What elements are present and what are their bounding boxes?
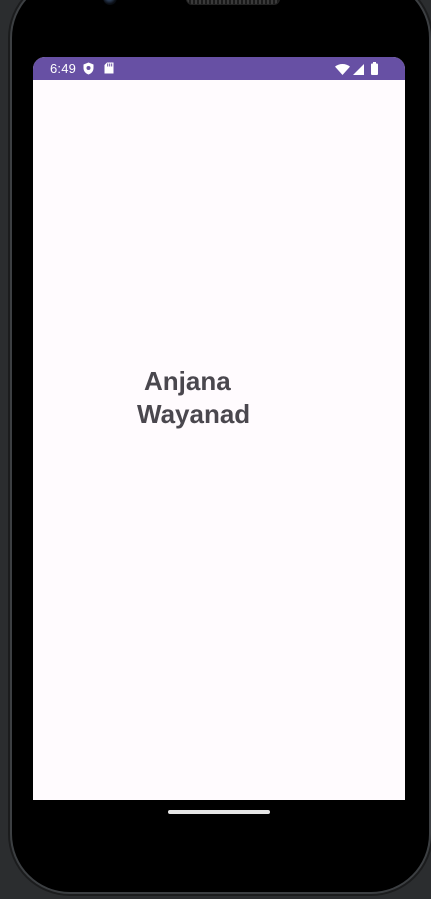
earpiece-speaker bbox=[186, 0, 280, 5]
name-text: Anjana bbox=[144, 366, 231, 396]
shield-icon bbox=[83, 62, 94, 78]
sd-card-icon bbox=[104, 62, 114, 77]
place-text: Wayanad bbox=[137, 399, 251, 429]
navigation-bar bbox=[33, 800, 405, 840]
status-time: 6:49 bbox=[50, 61, 77, 76]
front-camera bbox=[103, 0, 117, 5]
content-area: Anjana Wayanad bbox=[33, 80, 405, 800]
battery-icon bbox=[371, 62, 378, 78]
wifi-icon bbox=[335, 63, 350, 78]
status-bar: 6:49 bbox=[33, 57, 405, 80]
signal-icon bbox=[353, 63, 364, 78]
app-screen: 6:49 Anjana Wayanad bbox=[33, 57, 405, 800]
home-gesture-handle[interactable] bbox=[168, 810, 270, 814]
